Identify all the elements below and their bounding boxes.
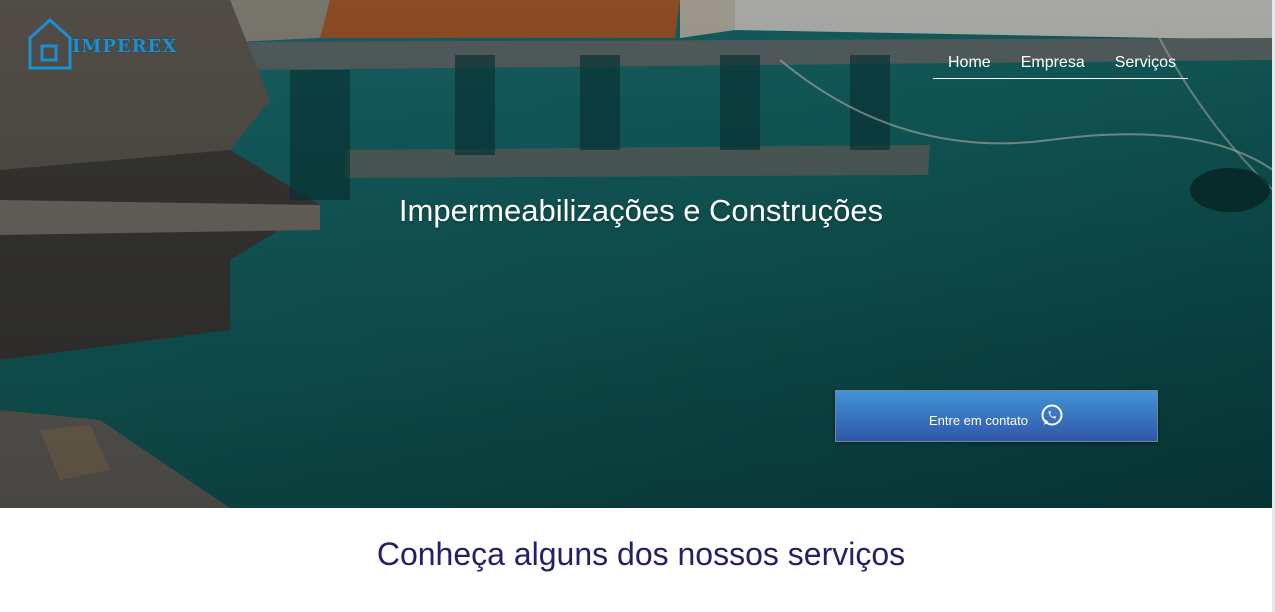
services-heading: Conheça alguns dos nossos serviços	[376, 536, 906, 572]
hero-section: IMPEREX Home Empresa Serviços Impermeabi…	[0, 0, 1273, 508]
hero-title: Impermeabilizações e Construções	[398, 193, 884, 228]
nav-item-home[interactable]: Home	[948, 50, 991, 76]
contact-whatsapp-button[interactable]: Entre em contato	[835, 390, 1158, 442]
nav-item-empresa[interactable]: Empresa	[1021, 50, 1085, 76]
whatsapp-icon	[1041, 404, 1063, 426]
nav-item-servicos[interactable]: Serviços	[1115, 50, 1176, 76]
imperex-logo[interactable]: IMPEREX	[26, 16, 210, 72]
main-nav: Home Empresa Serviços	[933, 50, 1188, 79]
logo-text: IMPEREX	[72, 36, 178, 57]
contact-button-label: Entre em contato	[929, 413, 1028, 428]
house-icon	[28, 17, 72, 70]
page: IMPEREX Home Empresa Serviços Impermeabi…	[0, 0, 1275, 612]
